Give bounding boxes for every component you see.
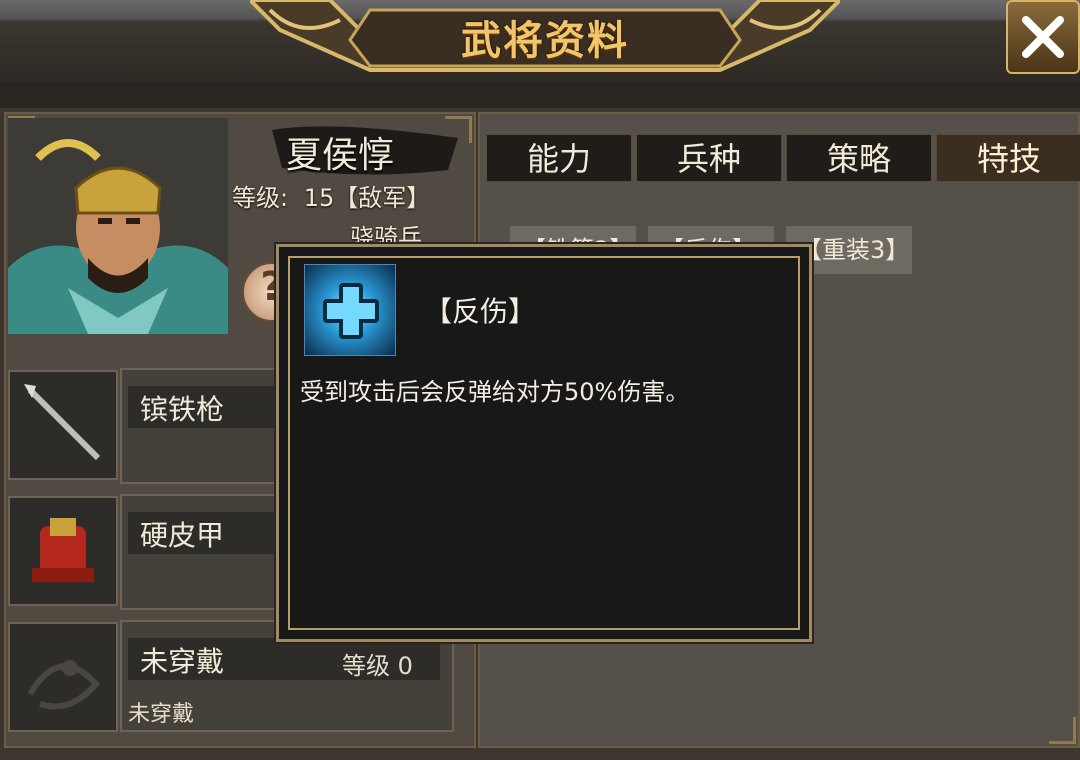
level-value: 15【敌军】 <box>303 184 431 212</box>
equipment-name-armor: 硬皮甲 <box>140 519 225 552</box>
skill-description: 受到攻击后会反弹给对方50%伤害。 <box>300 378 690 406</box>
tab-strategy[interactable]: 策略 <box>786 134 932 182</box>
equipment-level: 等级 0 <box>342 652 413 680</box>
tab-ability[interactable]: 能力 <box>486 134 632 182</box>
equipment-name-weapon: 镔铁枪 <box>140 393 225 426</box>
hero-name: 夏侯惇 <box>286 135 395 176</box>
hero-portrait <box>8 118 228 334</box>
equipment-name-accessory: 未穿戴 <box>140 645 225 678</box>
armor-icon <box>32 518 94 582</box>
page-title: 武将资料 <box>461 18 629 64</box>
spear-icon <box>24 384 101 461</box>
equipment-description: 未穿戴 <box>128 702 195 727</box>
close-icon[interactable] <box>1018 12 1068 62</box>
level-label: 等级: <box>232 184 289 212</box>
tab-skills[interactable]: 特技 <box>936 134 1080 182</box>
empty-slot-icon <box>27 660 101 710</box>
hero-portrait-image <box>8 118 228 334</box>
hero-level: 等级: 15【敌军】 <box>232 178 430 213</box>
equipment-slot-weapon[interactable] <box>8 370 118 480</box>
skill-icon-shape <box>323 283 379 339</box>
skill-title: 【反伤】 <box>424 295 537 328</box>
tab-troops[interactable]: 兵种 <box>636 134 782 182</box>
shield-cross-icon <box>304 264 396 356</box>
equipment-slot-accessory[interactable] <box>8 622 118 732</box>
equipment-slot-armor[interactable] <box>8 496 118 606</box>
